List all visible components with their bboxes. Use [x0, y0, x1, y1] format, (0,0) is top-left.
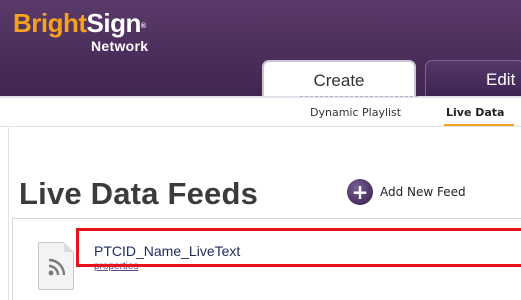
brightsign-logo[interactable]: BrightSign® Network	[13, 8, 148, 54]
logo-trademark: ®	[140, 23, 146, 30]
feed-list	[12, 218, 521, 300]
subnav-dynamic-playlist[interactable]: Dynamic Playlist	[310, 106, 401, 119]
content-border	[8, 126, 9, 300]
add-new-feed-button[interactable]: + Add New Feed	[347, 179, 466, 205]
subnav-divider	[0, 126, 521, 127]
logo-bright-text: Bright	[13, 8, 87, 38]
feed-name[interactable]: PTCID_Name_LiveText	[94, 243, 240, 259]
tab-create[interactable]: Create	[262, 60, 416, 96]
top-header: BrightSign® Network Create Edit	[0, 0, 521, 98]
sub-navigation: Dynamic Playlist Live Data	[0, 96, 521, 127]
subnav-live-data[interactable]: Live Data	[446, 106, 504, 119]
logo-sign-text: Sign	[86, 8, 142, 38]
feed-properties-link[interactable]: properties	[94, 261, 138, 272]
page-title: Live Data Feeds	[19, 176, 259, 211]
rss-file-icon	[38, 242, 74, 290]
logo-network-text: Network	[91, 38, 149, 54]
logo-wordmark: BrightSign®	[13, 8, 146, 38]
plus-circle-icon: +	[347, 179, 373, 205]
tab-divider	[300, 96, 418, 97]
add-new-feed-label: Add New Feed	[380, 185, 466, 199]
file-fold-corner	[64, 242, 74, 252]
rss-icon	[48, 258, 66, 276]
tab-edit[interactable]: Edit	[425, 60, 521, 96]
